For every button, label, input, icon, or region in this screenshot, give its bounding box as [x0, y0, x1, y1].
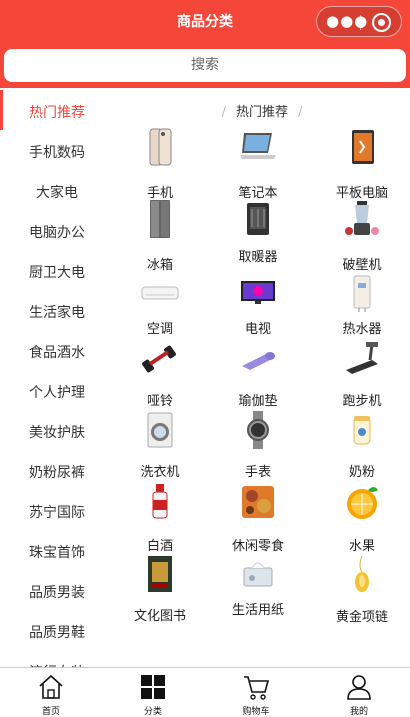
product-name: 白酒: [146, 539, 173, 554]
tab-item[interactable]: 分类: [102, 668, 204, 717]
sidebar-item-label: 品质男装: [29, 585, 85, 601]
sidebar-item-label: 厨卫大电: [29, 265, 85, 281]
liquor-icon: [140, 482, 180, 522]
aircon-icon: [140, 273, 180, 313]
laptop-icon: [238, 127, 278, 167]
product-name: 文化图书: [133, 609, 186, 624]
sidebar-item[interactable]: 生活家电: [0, 290, 114, 330]
sidebar-item[interactable]: 个人护理: [0, 370, 114, 410]
tab-label: 我的: [349, 707, 368, 717]
tab-item[interactable]: 我的: [308, 668, 410, 717]
product-item[interactable]: 黄金项链: [313, 0, 410, 625]
snacks-icon: [238, 482, 278, 522]
blender-icon: [342, 199, 382, 239]
sidebar-item-label: 苏宁国际: [29, 505, 85, 521]
product-name: 手表: [244, 465, 271, 480]
treadmill-icon: [342, 340, 382, 380]
sidebar-item[interactable]: 厨卫大电: [0, 250, 114, 290]
product-name: 瑜伽垫: [238, 394, 278, 409]
tablet-icon: [342, 127, 382, 167]
sidebar-item[interactable]: 奶粉尿裤: [0, 450, 114, 490]
product-name: 取暖器: [238, 250, 278, 265]
sidebar-item[interactable]: 大家电: [0, 170, 114, 210]
milk-powder-icon: [342, 410, 382, 450]
bottom-tabbar: 首页 分类 购物车 我的: [0, 667, 410, 717]
sidebar-item[interactable]: 热门推荐: [0, 90, 114, 130]
product-name: 冰箱: [146, 258, 173, 273]
product-name: 休闲零食: [231, 539, 284, 554]
tissue-icon: [238, 554, 278, 594]
yoga-mat-icon: [238, 340, 278, 380]
product-name: 生活用纸: [231, 603, 284, 618]
category-sidebar: 热门推荐手机数码大家电电脑办公厨卫大电生活家电食品酒水个人护理美妆护肤奶粉尿裤苏…: [0, 90, 114, 668]
product-name: 破壁机: [342, 258, 382, 273]
section-title: 热门推荐: [235, 105, 288, 120]
fridge-icon: [140, 199, 180, 239]
water-heater-icon: [342, 273, 382, 313]
product-name: 跑步机: [342, 394, 382, 409]
sidebar-item[interactable]: 手机数码: [0, 130, 114, 170]
product-name: 空调: [146, 322, 173, 337]
sidebar-item-label: 珠宝首饰: [29, 545, 85, 561]
sidebar-item-label: 食品酒水: [29, 345, 85, 361]
watch-icon: [238, 410, 278, 450]
sidebar-item[interactable]: 苏宁国际: [0, 490, 114, 530]
sidebar-item-label: 大家电: [36, 185, 78, 201]
product-item[interactable]: 文化图书: [111, 0, 209, 624]
tab-label: 购物车: [242, 707, 270, 717]
product-item[interactable]: 生活用纸: [209, 0, 307, 618]
product-name: 热水器: [342, 322, 382, 337]
product-name: 水果: [348, 539, 375, 554]
sidebar-item-label: 电脑办公: [29, 225, 85, 241]
tab-item[interactable]: 首页: [0, 668, 102, 717]
section-breadcrumb: / 热门推荐 /: [114, 101, 410, 120]
sidebar-item-label: 奶粉尿裤: [29, 465, 85, 481]
fruit-icon: [342, 482, 382, 522]
sidebar-item-label: 生活家电: [29, 305, 85, 321]
tab-label: 首页: [41, 707, 60, 717]
sidebar-item[interactable]: 珠宝首饰: [0, 530, 114, 570]
sidebar-item[interactable]: 电脑办公: [0, 210, 114, 250]
sidebar-item[interactable]: 品质男装: [0, 570, 114, 610]
gold-necklace-icon: [342, 554, 382, 594]
product-name: 哑铃: [146, 394, 173, 409]
tv-icon: [238, 273, 278, 313]
sidebar-item[interactable]: 美妆护肤: [0, 410, 114, 450]
heater-icon: [238, 199, 278, 239]
sidebar-item[interactable]: 流行女装: [0, 650, 114, 668]
tab-label: 分类: [143, 707, 162, 717]
sidebar-item-label: 手机数码: [29, 145, 85, 161]
breadcrumb-separator: /: [298, 105, 303, 120]
tab-item[interactable]: 购物车: [205, 668, 307, 717]
sidebar-item[interactable]: 食品酒水: [0, 330, 114, 370]
product-name: 黄金项链: [335, 610, 388, 625]
breadcrumb-separator: /: [221, 105, 226, 120]
dumbbell-icon: [140, 340, 180, 380]
product-name: 奶粉: [348, 465, 375, 480]
phone-icon: [140, 127, 180, 167]
sidebar-item-label: 热门推荐: [29, 105, 85, 121]
sidebar-item-label: 个人护理: [29, 385, 85, 401]
product-name: 洗衣机: [140, 465, 180, 480]
sidebar-item[interactable]: 品质男鞋: [0, 610, 114, 650]
product-name: 电视: [244, 322, 271, 337]
washer-icon: [140, 410, 180, 450]
sidebar-item-label: 品质男鞋: [29, 625, 85, 641]
sidebar-item-label: 美妆护肤: [29, 425, 85, 441]
book-icon: [140, 554, 180, 594]
